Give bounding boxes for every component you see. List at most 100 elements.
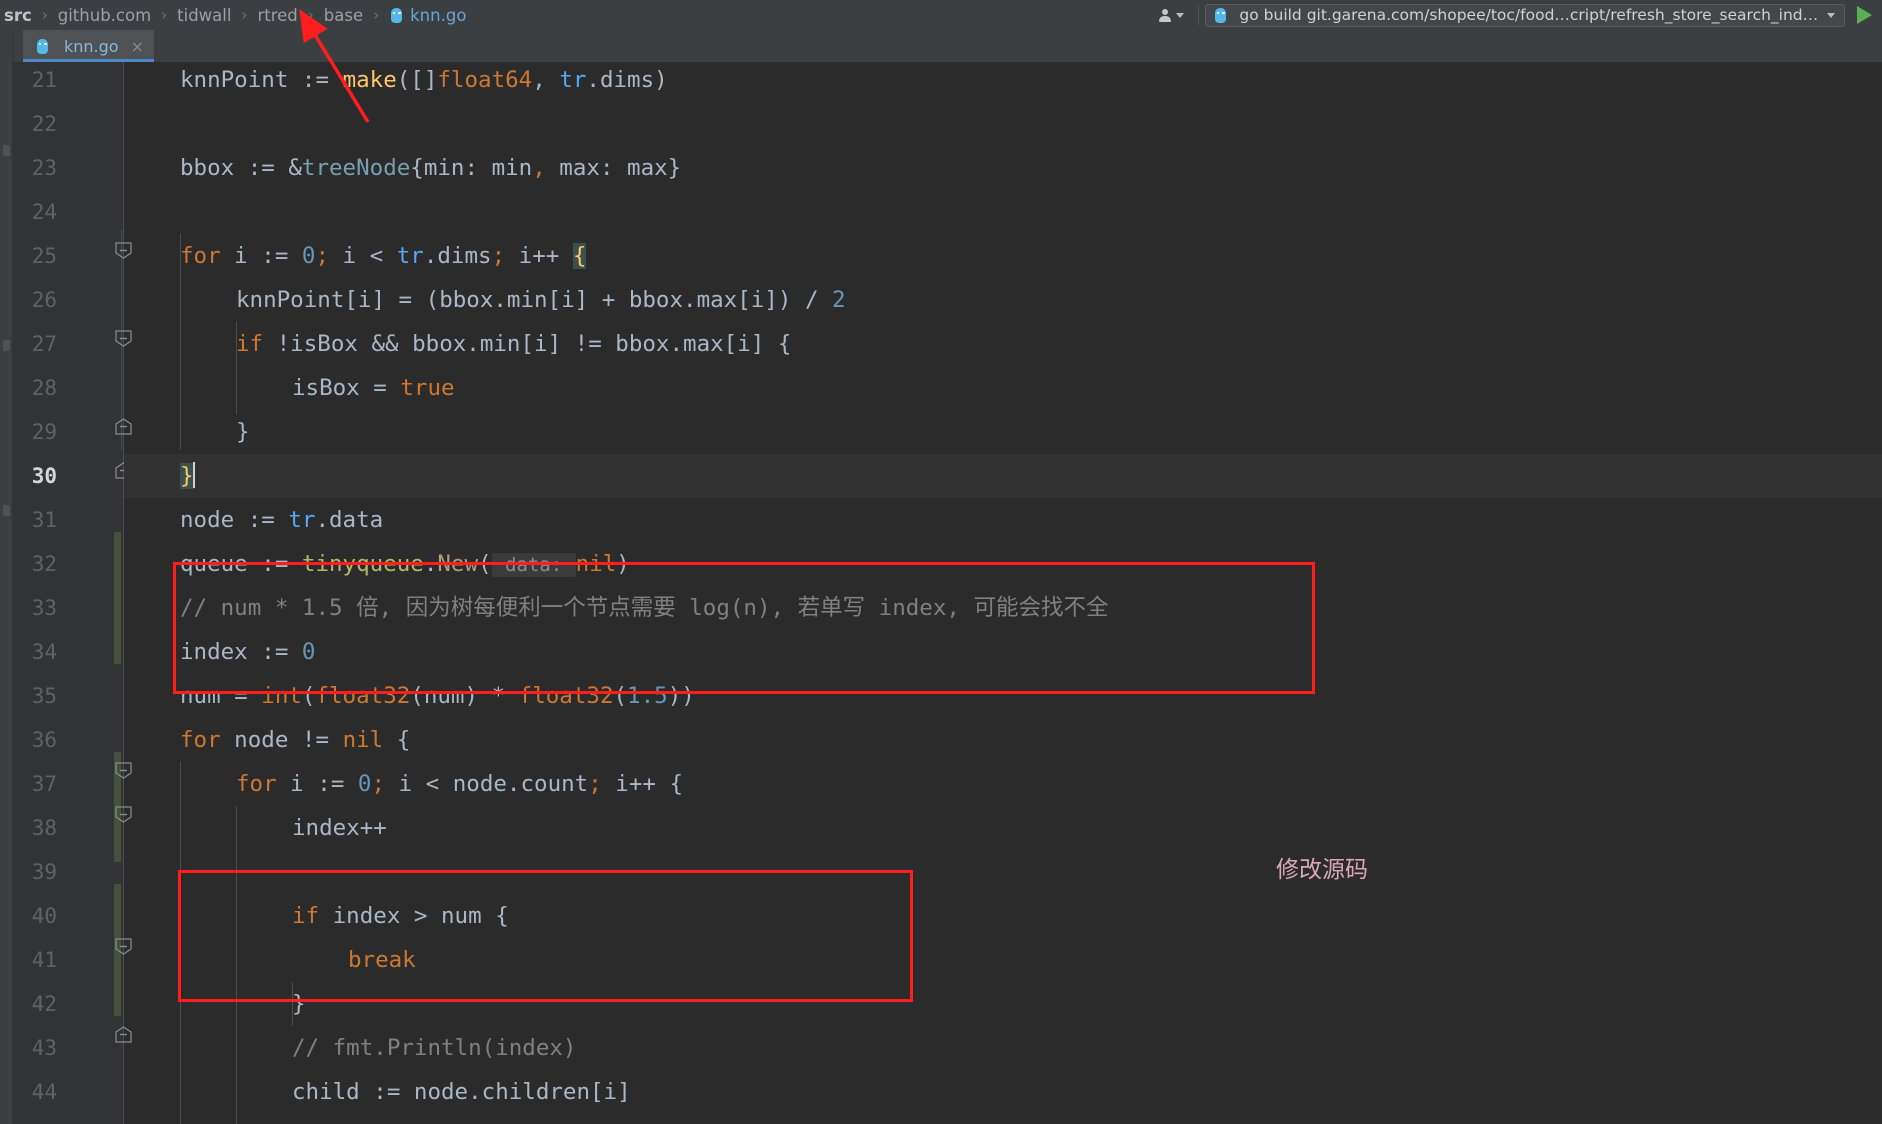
breadcrumb-item-github-com[interactable]: github.com (56, 6, 153, 25)
code-token: 1.5 (627, 683, 668, 709)
editor-gutter[interactable]: 21 22 23 24 25 26 27 28 29 30 31 32 33 34 35 36 37 38 39 40… (13, 62, 124, 1124)
code-line-37[interactable]: for i := 0; i < node.count; i++ { (124, 762, 1882, 806)
code-line-24[interactable] (124, 190, 1882, 234)
code-token: ; (491, 243, 506, 269)
chevron-down-icon (1176, 12, 1184, 18)
code-line-44[interactable]: child := node.children[i] (124, 1070, 1882, 1114)
code-token: queue := (180, 551, 302, 577)
code-line-25[interactable]: for i := 0; i < tr.dims; i++ { (124, 234, 1882, 278)
code-token: ([] (396, 67, 438, 93)
code-token: ; (315, 243, 330, 269)
line-number: 22 (31, 112, 57, 136)
line-number: 36 (31, 728, 57, 752)
indent-guide (180, 762, 181, 1124)
code-line-34[interactable]: index := 0 (124, 630, 1882, 674)
line-number: 23 (31, 156, 57, 180)
code-token: (num) * (410, 683, 519, 709)
go-file-icon (1213, 7, 1226, 24)
code-line-23[interactable]: bbox := &treeNode{min: min, max: max} (124, 146, 1882, 190)
code-token: true (400, 375, 455, 401)
line-number: 34 (31, 640, 57, 664)
run-configuration-label: go build git.garena.com/shopee/toc/food…… (1239, 6, 1820, 24)
code-token: isBox = (292, 375, 401, 401)
code-line-39[interactable] (124, 850, 1882, 894)
code-token: num = (180, 683, 262, 709)
code-line-42[interactable]: } (124, 982, 1882, 1026)
line-number: 33 (31, 596, 57, 620)
code-content[interactable]: knnPoint := make([]float64, tr.dims) bbox… (124, 62, 1882, 1124)
code-token: tinyqueue (301, 551, 424, 577)
code-token: ) (616, 551, 630, 577)
code-token: max: max} (545, 155, 682, 181)
line-number: 41 (31, 948, 57, 972)
breadcrumb-label: github.com (57, 5, 152, 25)
code-line-32[interactable]: queue := tinyqueue.New( data: nil) (124, 542, 1882, 586)
code-line-31[interactable]: node := tr.data (124, 498, 1882, 542)
line-number: 38 (31, 816, 57, 840)
code-token: index++ (292, 815, 387, 841)
strip-marker (3, 340, 10, 351)
code-token: i < (329, 243, 397, 269)
breadcrumb-label: knn.go (410, 5, 467, 25)
breadcrumb-item-base[interactable]: base (322, 6, 365, 25)
code-editor[interactable]: 21 22 23 24 25 26 27 28 29 30 31 32 33 34 35 36 37 38 39 40… (13, 62, 1882, 1124)
code-line-29[interactable]: } (124, 410, 1882, 454)
breadcrumb-item-tidwall[interactable]: tidwall (175, 6, 233, 25)
code-token: := (301, 67, 343, 93)
code-line-30[interactable]: } (124, 454, 1882, 498)
code-line-38[interactable]: index++ (124, 806, 1882, 850)
code-token: // num * 1.5 倍, 因为树每便利一个节点需要 log(n), 若单写… (180, 595, 1109, 621)
code-line-36[interactable]: for node != nil { (124, 718, 1882, 762)
editor-tab-bar: knn.go × (13, 30, 1882, 62)
code-line-28[interactable]: isBox = true (124, 366, 1882, 410)
run-button[interactable] (1857, 6, 1872, 24)
code-token: .data (315, 507, 384, 533)
code-token: knnPoint[i] = (bbox.min[i] + bbox.max[i]… (236, 287, 833, 313)
breadcrumb-item-rtred[interactable]: rtred (255, 6, 299, 25)
code-line-21[interactable]: knnPoint := make([]float64, tr.dims) (124, 62, 1882, 102)
code-token: { (383, 727, 411, 753)
indent-guide (292, 982, 293, 1026)
breadcrumb-item-knn-go[interactable]: knn.go (387, 6, 468, 25)
toolbar-right-group: go build git.garena.com/shopee/toc/food…… (1154, 0, 1882, 30)
code-token: int (261, 683, 302, 709)
code-token: bbox := & (180, 155, 302, 181)
code-line-45[interactable]: var dist float64 (124, 1114, 1882, 1124)
breadcrumb-item-src[interactable]: src (2, 6, 34, 25)
code-token: i := (220, 243, 302, 269)
line-number: 40 (31, 904, 57, 928)
code-token: for (236, 771, 277, 797)
code-line-40[interactable]: if index > num { (124, 894, 1882, 938)
code-line-43[interactable]: // fmt.Println(index) (124, 1026, 1882, 1070)
line-number: 37 (31, 772, 57, 796)
indent-guide (236, 806, 237, 1124)
line-number: 27 (31, 332, 57, 356)
breadcrumb-separator: › (307, 6, 314, 24)
code-line-22[interactable] (124, 102, 1882, 146)
code-line-41[interactable]: break (124, 938, 1882, 982)
close-icon[interactable]: × (131, 37, 144, 56)
code-token: tr (396, 243, 424, 269)
code-token: i < node.count (385, 771, 589, 797)
text-caret (192, 462, 195, 488)
breadcrumb-label: tidwall (177, 5, 232, 25)
code-line-26[interactable]: knnPoint[i] = (bbox.min[i] + bbox.max[i]… (124, 278, 1882, 322)
code-token: )) (667, 683, 695, 709)
code-token: , (532, 67, 560, 93)
indent-guide (236, 322, 237, 414)
code-line-35[interactable]: num = int(float32(num) * float32(1.5)) (124, 674, 1882, 718)
code-line-27[interactable]: if !isBox && bbox.min[i] != bbox.max[i] … (124, 322, 1882, 366)
code-token: } (292, 991, 306, 1017)
vcs-change-marker[interactable] (114, 532, 121, 664)
profile-button[interactable] (1154, 6, 1192, 25)
code-token: } (236, 419, 250, 445)
code-token: 2 (832, 287, 846, 313)
code-token: {min: min (410, 155, 533, 181)
left-tool-strip[interactable] (0, 30, 13, 1124)
code-token: node := (180, 507, 289, 533)
code-token: nil (575, 551, 617, 577)
run-configuration-selector[interactable]: go build git.garena.com/shopee/toc/food…… (1205, 3, 1845, 27)
code-line-33[interactable]: // num * 1.5 倍, 因为树每便利一个节点需要 log(n), 若单写… (124, 586, 1882, 630)
code-token: 0 (301, 243, 316, 269)
tab-knn-go[interactable]: knn.go × (23, 30, 154, 62)
